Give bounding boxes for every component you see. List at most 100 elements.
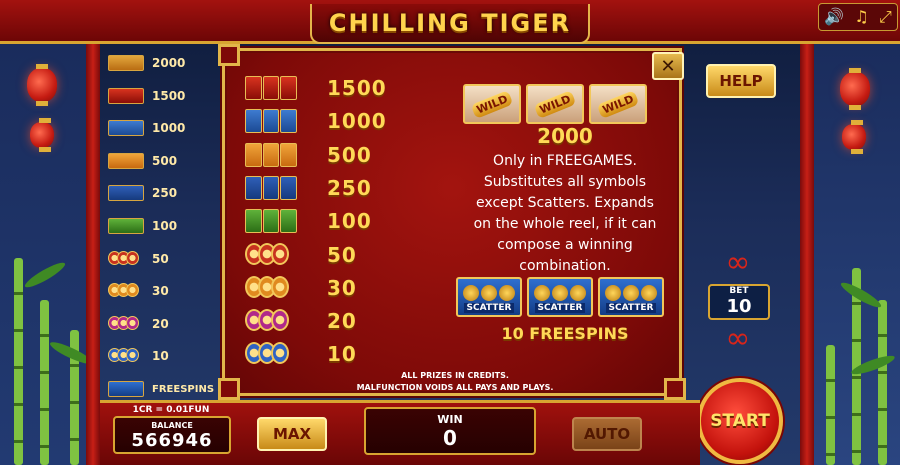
paytable-value: 500 (327, 142, 372, 167)
wild-symbol: WILD (589, 84, 647, 124)
red-card-symbol (245, 76, 298, 100)
mini-paytable-row: 250 (108, 183, 218, 203)
paytable-row: 100 (245, 206, 425, 236)
paytable-value: 10 (327, 342, 357, 367)
scatter-symbol: SCATTER (456, 277, 522, 317)
green-card-symbol (108, 218, 144, 234)
paytable-row: 10 (245, 339, 425, 369)
credit-rate: 1CR = 0.01FUN (132, 405, 210, 415)
panel-corner-ornament (218, 378, 240, 400)
close-button[interactable]: ✕ (652, 52, 684, 80)
start-button[interactable]: START (697, 378, 783, 464)
balance-value: 566946 (131, 430, 213, 451)
balance-display: BALANCE 566946 (113, 416, 231, 454)
lantern-icon (840, 68, 870, 110)
music-note-icon[interactable]: ♫ (854, 9, 868, 25)
bet-increase-knot-icon[interactable]: ∞ (718, 248, 758, 278)
tiger-card-symbol (245, 109, 298, 134)
paytable-value: 30 (327, 275, 357, 300)
ring-K-symbol (108, 283, 144, 299)
paytable-value: 20 (327, 309, 357, 334)
win-display: WIN 0 (364, 407, 536, 455)
ring-J-symbol (108, 348, 144, 364)
red-card-symbol (108, 87, 144, 104)
paytable-value: 50 (327, 242, 357, 267)
wild-description-line: on the whole reel, if it can (473, 216, 657, 232)
win-value: 0 (443, 426, 457, 450)
title-plate: CHILLING TIGER (310, 4, 590, 44)
mini-paytable-value: 500 (152, 153, 178, 168)
max-bet-button[interactable]: MAX (257, 417, 327, 451)
mini-paytable-value: FREESPINS (152, 383, 215, 395)
bamboo-stalk (40, 300, 49, 465)
scatter-badge: SCATTER (605, 303, 657, 313)
dragon-card-symbol (108, 55, 144, 71)
wild-description-line: Substitutes all symbols (483, 174, 647, 190)
mini-paytable-row: 50 (108, 249, 218, 269)
lantern-icon (27, 64, 57, 106)
panel-corner-ornament (218, 44, 240, 66)
paytable-row: 20 (245, 306, 425, 336)
mini-paytable-value: 1500 (152, 88, 186, 103)
wild-description: Only in FREEGAMES. Substitutes all symbo… (445, 151, 685, 277)
paytable-row: 30 (245, 273, 425, 303)
mini-paytable-row: 1000 (108, 118, 218, 138)
lantern-icon (842, 120, 866, 154)
wild-description-line: Only in FREEGAMES. (493, 153, 637, 169)
footnote-malfunction: MALFUNCTION VOIDS ALL PAYS AND PLAYS. (356, 383, 554, 392)
mini-paytable-value: 10 (152, 349, 169, 364)
system-buttons: 🔊 ♫ ⤢ (818, 3, 898, 31)
wild-badge: WILD (596, 89, 640, 119)
mini-paytable-row: 1500 (108, 86, 218, 106)
mini-paytable-row: 500 (108, 151, 218, 171)
yinyang-card-symbol (245, 175, 298, 200)
mini-paytable-value: 250 (152, 186, 178, 201)
paytable-value: 100 (327, 209, 372, 234)
ring-Q-symbol (108, 315, 144, 332)
freespins-label: 10 FREESPINS (501, 324, 629, 343)
wild-description-line: combination. (519, 258, 611, 274)
wild-payout: 2000 (537, 124, 593, 148)
lantern-icon (30, 118, 54, 152)
mini-paytable-row: 10 (108, 346, 218, 366)
paytable-value: 1000 (327, 109, 387, 134)
paytable-row: 50 (245, 240, 425, 270)
ring-J-symbol (245, 342, 297, 366)
scatter-badge: SCATTER (463, 303, 515, 313)
mini-paytable-value: 30 (152, 284, 169, 299)
mini-paytable-row: 2000 (108, 53, 218, 73)
help-button[interactable]: HELP (706, 64, 776, 98)
mini-paytable-value: 2000 (152, 56, 186, 70)
paytable-value: 1500 (327, 76, 387, 100)
wild-badge: WILD (533, 89, 577, 119)
scatter-badge: SCATTER (534, 303, 586, 313)
game-title: CHILLING TIGER (328, 9, 572, 37)
wild-badge: WILD (470, 89, 514, 119)
panel-corner-ornament (664, 378, 686, 400)
fullscreen-icon[interactable]: ⤢ (879, 9, 892, 25)
bet-decrease-knot-icon[interactable]: ∞ (718, 324, 758, 354)
autoplay-button[interactable]: AUTO (572, 417, 642, 451)
frame-pillar-left (86, 40, 100, 465)
yinyang-card-symbol (108, 185, 144, 202)
ring-A-symbol (108, 250, 144, 267)
start-label: START (710, 411, 770, 431)
wild-symbol: WILD (463, 84, 521, 124)
mini-paytable-row: 100 (108, 216, 218, 236)
paytable-value: 250 (327, 175, 372, 200)
paytable-row: 500 (245, 140, 425, 170)
scatter-symbol (108, 381, 144, 397)
frame-pillar-right (800, 40, 814, 465)
bet-value: 10 (726, 296, 752, 317)
scatter-symbol: SCATTER (598, 277, 664, 317)
mini-paytable-row: 20 (108, 314, 218, 334)
bet-display: BET 10 (708, 284, 770, 320)
mini-paytable-value: 100 (152, 219, 178, 233)
orange-card-symbol (108, 152, 144, 169)
ring-K-symbol (245, 275, 297, 300)
mini-paytable-row: FREESPINS (108, 379, 218, 399)
ring-Q-symbol (245, 309, 297, 333)
speaker-icon[interactable]: 🔊 (824, 9, 844, 25)
scatter-symbol: SCATTER (527, 277, 593, 317)
paytable-row: 1500 (245, 73, 425, 103)
